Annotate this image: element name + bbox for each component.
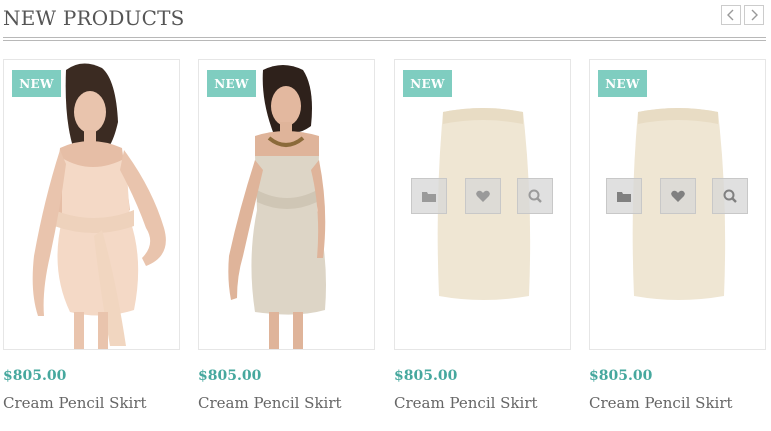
carousel-prev-button[interactable] — [721, 5, 741, 25]
heart-icon — [671, 190, 685, 202]
product-image-frame[interactable]: NEW — [198, 59, 375, 350]
product-card[interactable]: NEW $805.00 Cream Pencil Skirt — [394, 59, 571, 412]
product-image-frame[interactable]: NEW — [3, 59, 180, 350]
product-image[interactable] — [4, 60, 179, 349]
product-name[interactable]: Cream Pencil Skirt — [589, 394, 733, 412]
product-price: $805.00 — [3, 368, 67, 384]
product-card[interactable]: NEW $805.00 Cream Pencil Skirt — [3, 59, 180, 412]
product-card[interactable]: NEW $805.00 Cream Pencil Skirt — [589, 59, 766, 412]
chevron-right-icon — [751, 9, 758, 21]
product-image-frame[interactable]: NEW — [589, 59, 766, 350]
title-divider-lower — [3, 40, 766, 41]
product-price: $805.00 — [198, 368, 262, 384]
heart-icon — [476, 190, 490, 202]
chevron-left-icon — [727, 9, 734, 21]
product-image-frame[interactable]: NEW — [394, 59, 571, 350]
new-badge: NEW — [12, 70, 61, 97]
add-to-cart-button[interactable] — [606, 178, 642, 214]
product-price: $805.00 — [589, 368, 653, 384]
search-icon — [723, 189, 737, 203]
folder-icon — [617, 192, 631, 202]
title-divider — [3, 37, 766, 38]
new-badge: NEW — [403, 70, 452, 97]
search-icon — [528, 189, 542, 203]
wishlist-button[interactable] — [465, 178, 501, 214]
product-name[interactable]: Cream Pencil Skirt — [198, 394, 342, 412]
add-to-cart-button[interactable] — [411, 178, 447, 214]
product-image[interactable] — [199, 60, 374, 349]
product-name[interactable]: Cream Pencil Skirt — [394, 394, 538, 412]
new-badge: NEW — [207, 70, 256, 97]
product-card[interactable]: NEW $805.00 Cream Pencil Skirt — [198, 59, 375, 412]
product-actions — [411, 178, 556, 216]
section-title: NEW PRODUCTS — [3, 6, 185, 30]
quick-view-button[interactable] — [517, 178, 553, 214]
product-price: $805.00 — [394, 368, 458, 384]
product-actions — [606, 178, 751, 216]
quick-view-button[interactable] — [712, 178, 748, 214]
wishlist-button[interactable] — [660, 178, 696, 214]
folder-icon — [422, 192, 436, 202]
carousel-next-button[interactable] — [744, 5, 764, 25]
new-badge: NEW — [598, 70, 647, 97]
product-name[interactable]: Cream Pencil Skirt — [3, 394, 147, 412]
